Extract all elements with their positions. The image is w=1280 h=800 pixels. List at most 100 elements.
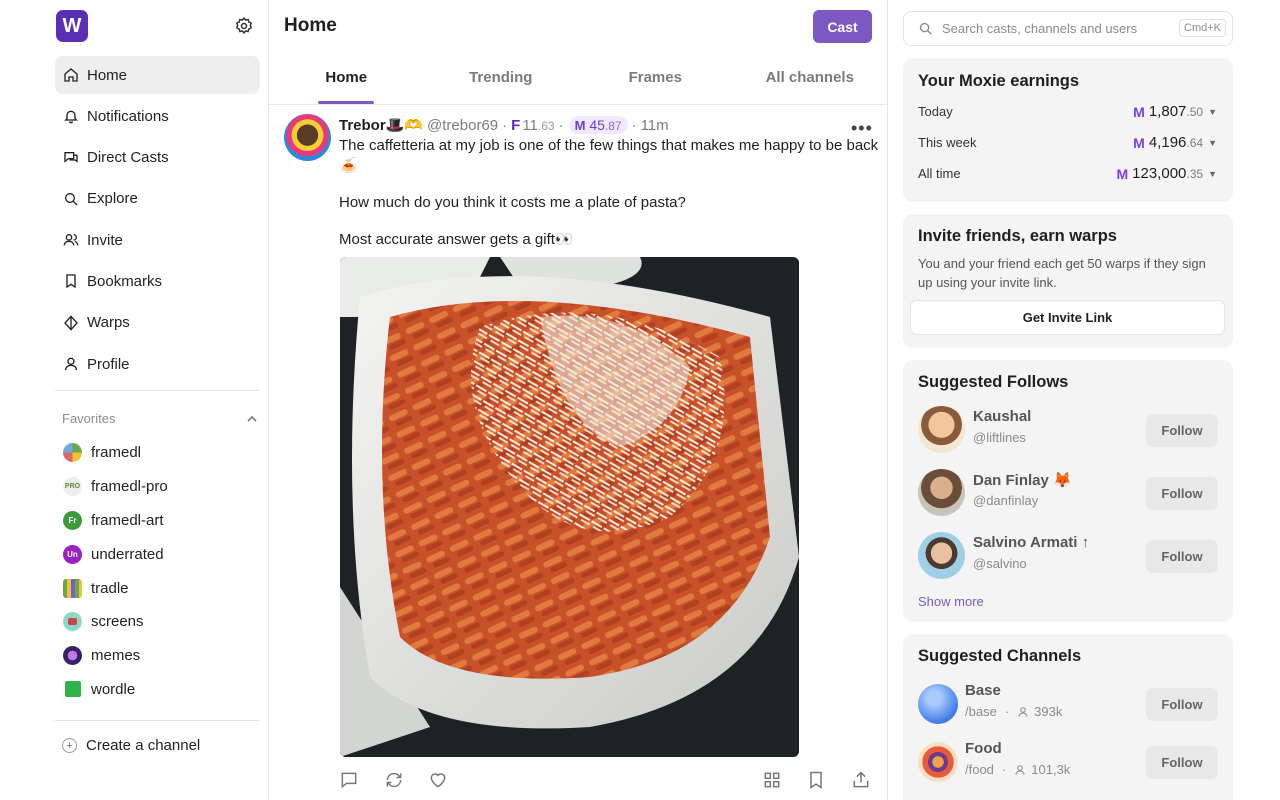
favorite-item[interactable]: framedl xyxy=(63,436,259,470)
suggested-channel[interactable]: Food /food · 101,3k Follow xyxy=(918,738,1218,786)
channel-meta: /food · 101,3k xyxy=(965,762,1071,777)
follow-button[interactable]: Follow xyxy=(1146,477,1218,510)
favorites-list: framedl PRO framedl-pro Fr framedl-art U… xyxy=(63,436,259,712)
favorite-item[interactable]: Fr framedl-art xyxy=(63,504,259,538)
tab-home[interactable]: Home xyxy=(269,56,424,104)
channel-icon[interactable] xyxy=(918,684,958,724)
fcast-icon: F xyxy=(511,116,521,134)
favorite-item[interactable] xyxy=(63,706,259,712)
moxie-earnings-card: Your Moxie earnings Today M 1,807.50 ▼ Thi… xyxy=(903,58,1233,202)
divider xyxy=(55,390,260,391)
search-input[interactable]: Search casts, channels and users Cmd+K xyxy=(903,11,1233,46)
share-icon[interactable] xyxy=(851,770,871,790)
recast-icon[interactable] xyxy=(384,770,404,790)
get-invite-link-button[interactable]: Get Invite Link xyxy=(910,300,1225,335)
suggested-user[interactable]: Salvino Armati ↑ @salvino Follow xyxy=(918,532,1218,580)
gear-icon[interactable] xyxy=(234,16,254,36)
post-image[interactable] xyxy=(340,257,799,757)
suggested-user[interactable]: Kaushal @liftlines Follow xyxy=(918,406,1218,454)
favorite-label: memes xyxy=(91,647,141,665)
nav-label: Invite xyxy=(87,231,123,249)
nav-label: Warps xyxy=(87,314,130,332)
avatar[interactable] xyxy=(918,406,965,453)
nav-explore[interactable]: Explore xyxy=(55,180,260,218)
nav-profile[interactable]: Profile xyxy=(55,345,260,383)
chevron-down-icon: ▼ xyxy=(1208,137,1217,148)
tab-trending[interactable]: Trending xyxy=(424,56,579,104)
nav-direct-casts[interactable]: Direct Casts xyxy=(55,139,260,177)
favorite-label: tradle xyxy=(91,579,129,597)
moxie-icon: M xyxy=(1116,165,1129,182)
author-handle[interactable]: @trebor69 xyxy=(427,117,498,134)
post-paragraph: The caffetteria at my job is one of the … xyxy=(339,137,879,174)
post-paragraph: How much do you think it costs me a plat… xyxy=(339,194,686,211)
favorite-item[interactable]: wordle xyxy=(63,673,259,707)
chevron-down-icon: ▼ xyxy=(1208,168,1217,179)
grid-icon[interactable] xyxy=(762,770,782,790)
favorite-item[interactable]: tradle xyxy=(63,571,259,605)
avatar[interactable] xyxy=(284,114,331,161)
favorite-label: framedl-pro xyxy=(91,478,168,496)
users-icon xyxy=(63,234,79,246)
follow-button[interactable]: Follow xyxy=(1146,414,1218,447)
search-placeholder: Search casts, channels and users xyxy=(942,21,1138,36)
favorite-item[interactable]: PRO framedl-pro xyxy=(63,470,259,504)
suggested-follows-title: Suggested Follows xyxy=(918,373,1069,391)
earnings-label: All time xyxy=(918,166,961,181)
bookmark-icon[interactable] xyxy=(806,770,826,790)
nav-warps[interactable]: Warps xyxy=(55,304,260,342)
channel-icon: PRO xyxy=(63,477,82,497)
page-title: Home xyxy=(284,15,337,36)
bookmark-icon xyxy=(66,274,76,289)
user-name: Kaushal xyxy=(973,408,1032,425)
author-name[interactable]: Trebor🎩🫶 xyxy=(339,116,423,134)
fcast-score: 11.63 xyxy=(522,116,555,134)
chevron-up-icon[interactable] xyxy=(246,413,258,425)
warpcast-logo[interactable]: W xyxy=(56,10,88,42)
follow-button[interactable]: Follow xyxy=(1146,540,1218,573)
user-handle: @danfinlay xyxy=(973,493,1039,508)
user-icon xyxy=(65,357,77,371)
avatar[interactable] xyxy=(918,469,965,516)
earnings-row[interactable]: All time M 123,000.35 ▼ xyxy=(918,165,1217,182)
post-header: Trebor🎩🫶 @trebor69 · F 11.63 · M 45.87 ·… xyxy=(339,116,669,134)
channel-icon xyxy=(65,681,81,698)
suggested-channel[interactable]: Base /base · 393k Follow xyxy=(918,680,1218,728)
create-channel-button[interactable]: + Create a channel xyxy=(62,737,200,754)
favorites-label: Favorites xyxy=(62,411,116,426)
favorite-item[interactable]: screens xyxy=(63,605,259,639)
tab-all-channels[interactable]: All channels xyxy=(733,56,888,104)
earnings-row[interactable]: Today M 1,807.50 ▼ xyxy=(918,103,1217,120)
earnings-row[interactable]: This week M 4,196.64 ▼ xyxy=(918,134,1217,151)
favorites-header[interactable]: Favorites xyxy=(62,411,258,426)
post-time: 11m xyxy=(640,116,669,134)
nav-notifications[interactable]: Notifications xyxy=(55,97,260,135)
follow-button[interactable]: Follow xyxy=(1146,688,1218,721)
suggested-channels-card: Suggested Channels Base /base · 393k Fol… xyxy=(903,634,1233,800)
moxie-badge[interactable]: M 45.87 xyxy=(568,116,628,134)
pasta-photo xyxy=(340,257,799,757)
primary-nav: Home Notifications Direct Casts Explore … xyxy=(55,56,260,386)
create-channel-label: Create a channel xyxy=(86,737,201,754)
moxie-icon: M xyxy=(1133,134,1145,151)
favorite-item[interactable]: memes xyxy=(63,639,259,673)
show-more-link[interactable]: Show more xyxy=(918,594,984,609)
cast-button[interactable]: Cast xyxy=(813,10,872,43)
follow-button[interactable]: Follow xyxy=(1146,746,1218,779)
suggested-follows-card: Suggested Follows Kaushal @liftlines Fol… xyxy=(903,360,1233,622)
diamond-icon xyxy=(64,315,78,331)
reply-icon[interactable] xyxy=(339,770,359,790)
heart-icon[interactable] xyxy=(428,770,448,790)
nav-invite[interactable]: Invite xyxy=(55,221,260,259)
nav-home[interactable]: Home xyxy=(55,56,260,94)
left-sidebar: W Home Notifications Direct Casts Explor… xyxy=(0,0,269,800)
nav-bookmarks[interactable]: Bookmarks xyxy=(55,262,260,300)
suggested-user[interactable]: Dan Finlay 🦊 @danfinlay Follow xyxy=(918,469,1218,517)
avatar[interactable] xyxy=(918,532,965,579)
favorite-item[interactable]: Un underrated xyxy=(63,537,259,571)
channel-icon[interactable] xyxy=(918,742,958,782)
separator-dot: · xyxy=(502,116,508,134)
keyboard-shortcut: Cmd+K xyxy=(1179,19,1226,37)
tab-frames[interactable]: Frames xyxy=(578,56,733,104)
divider xyxy=(55,720,260,721)
